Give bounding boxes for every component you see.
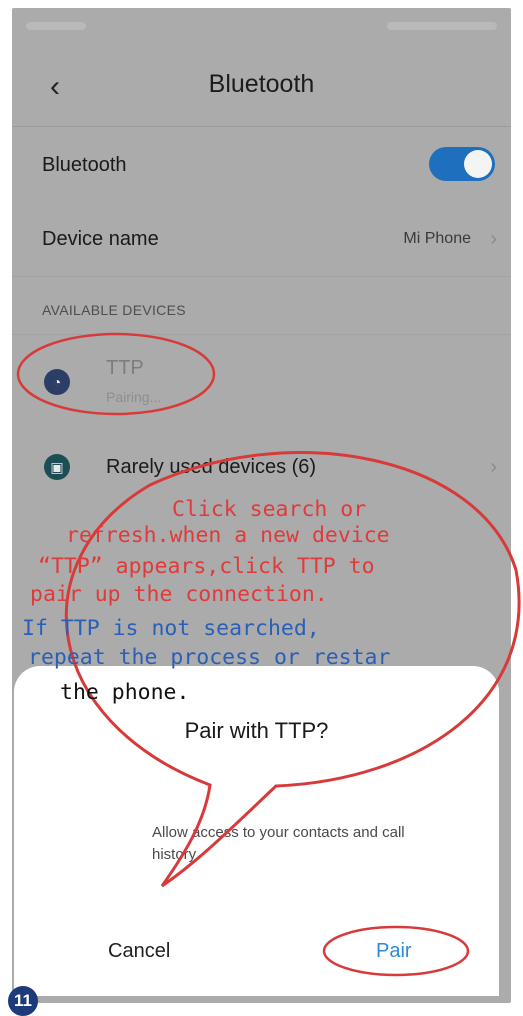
ttp-highlight-ellipse [16,332,216,416]
step-number-badge: 11 [8,986,38,1016]
annotation-red-line-4: pair up the connection. [30,582,328,607]
annotation-blue-line-1: If TTP is not searched, [22,616,320,641]
annotation-red-line-2: refresh.when a new device [66,523,390,548]
annotation-red-line-1: Click search or [172,497,367,522]
pair-highlight-ellipse [322,925,470,977]
annotation-black-line: the phone. [60,680,190,705]
annotation-blue-line-2: repeat the process or restar [28,645,391,670]
annotation-red-line-3: “TTP” appears,click TTP to [38,554,375,579]
